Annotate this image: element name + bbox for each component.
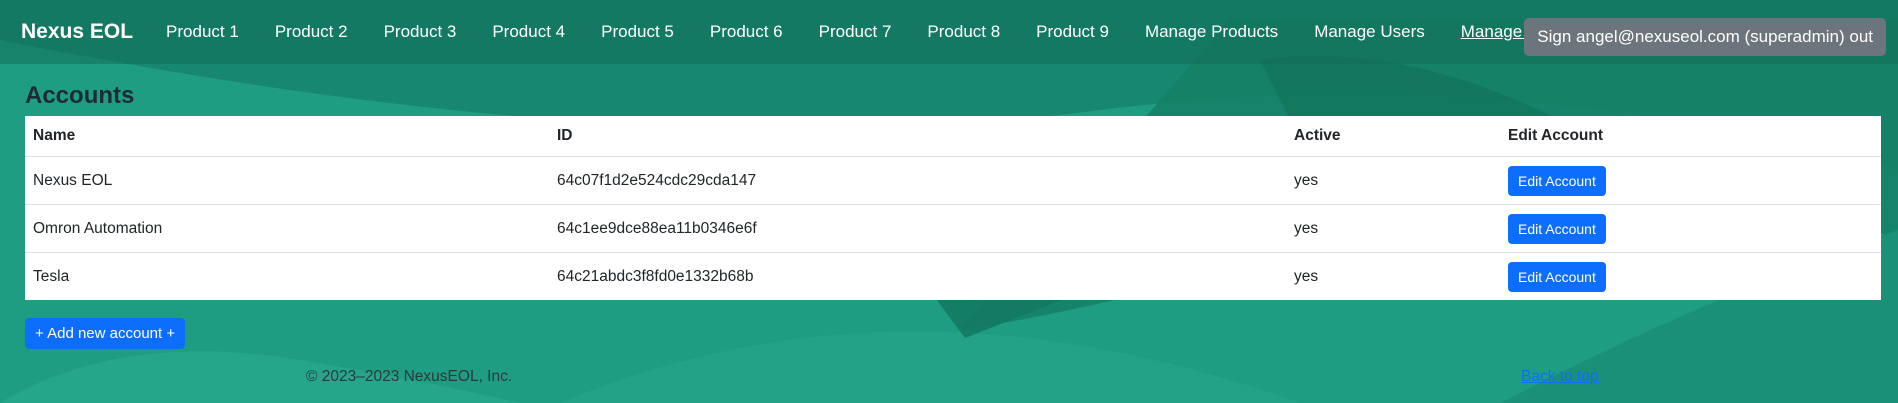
nav-link-manage-products[interactable]: Manage Products	[1127, 22, 1296, 42]
account-id-cell: 64c1ee9dce88ea11b0346e6f	[549, 204, 1286, 253]
column-header-active: Active	[1286, 116, 1500, 157]
edit-cell: Edit Account	[1500, 156, 1881, 205]
footer-copyright: © 2023–2023 NexusEOL, Inc.	[306, 368, 513, 385]
nav-link-product-4[interactable]: Product 4	[474, 22, 583, 42]
add-new-account-button[interactable]: + Add new account +	[25, 318, 186, 349]
edit-cell: Edit Account	[1500, 253, 1881, 301]
nav-link-product-9[interactable]: Product 9	[1018, 22, 1127, 42]
account-name-cell: Nexus EOL	[25, 156, 549, 205]
nav-links: Product 1 Product 2 Product 3 Product 4 …	[148, 22, 1614, 42]
account-active-cell: yes	[1286, 204, 1500, 253]
page-title: Accounts	[25, 82, 135, 109]
brand-logo[interactable]: Nexus EOL	[21, 20, 133, 44]
nav-link-manage-users[interactable]: Manage Users	[1296, 22, 1443, 42]
top-navbar: Nexus EOL Product 1 Product 2 Product 3 …	[0, 0, 1898, 64]
nav-link-product-3[interactable]: Product 3	[366, 22, 475, 42]
edit-account-button[interactable]: Edit Account	[1508, 213, 1606, 244]
table-header-row: Name ID Active Edit Account	[25, 116, 1881, 157]
edit-cell: Edit Account	[1500, 204, 1881, 253]
table-row: Nexus EOL 64c07f1d2e524cdc29cda147 yes E…	[25, 156, 1881, 205]
table-row: Omron Automation 64c1ee9dce88ea11b0346e6…	[25, 204, 1881, 253]
nav-link-product-2[interactable]: Product 2	[257, 22, 366, 42]
account-id-cell: 64c07f1d2e524cdc29cda147	[549, 156, 1286, 205]
back-to-top-link[interactable]: Back to top	[1521, 368, 1599, 386]
account-name-cell: Tesla	[33, 267, 70, 285]
nav-link-product-8[interactable]: Product 8	[909, 22, 1018, 42]
nav-link-product-7[interactable]: Product 7	[801, 22, 910, 42]
account-active-cell: yes	[1294, 267, 1319, 285]
table-row: Tesla 64c21abdc3f8fd0e1332b68b yes Edit …	[25, 253, 1881, 301]
column-header-name: Name	[25, 116, 549, 157]
column-header-edit-account: Edit Account	[1500, 116, 1881, 157]
edit-account-button[interactable]: Edit Account	[1508, 165, 1606, 196]
account-name-cell: Omron Automation	[25, 204, 549, 253]
account-active-cell: yes	[1286, 156, 1500, 205]
nav-link-product-5[interactable]: Product 5	[583, 22, 692, 42]
sign-out-button[interactable]: Sign angel@nexuseol.com (superadmin) out	[1524, 18, 1886, 56]
accounts-table: Name ID Active Edit Account Nexus EOL 64…	[25, 116, 1881, 300]
nav-link-product-6[interactable]: Product 6	[692, 22, 801, 42]
account-id-cell: 64c21abdc3f8fd0e1332b68b	[557, 267, 754, 285]
edit-account-button[interactable]: Edit Account	[1508, 261, 1606, 292]
column-header-id: ID	[549, 116, 1286, 157]
main-content: Accounts Name ID Active Edit Account Nex…	[25, 80, 1881, 300]
nav-link-product-1[interactable]: Product 1	[148, 22, 257, 42]
